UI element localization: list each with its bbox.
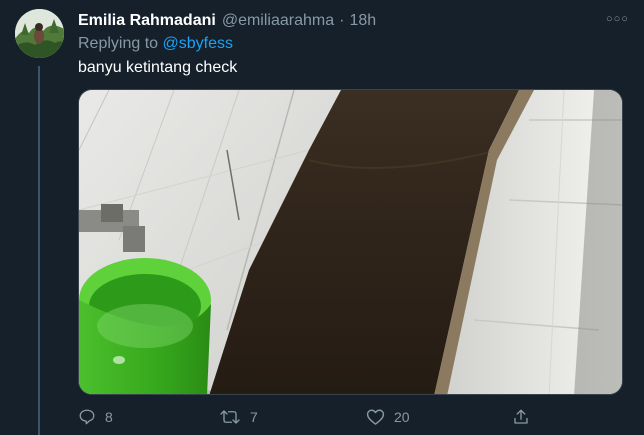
comment-icon bbox=[78, 408, 105, 426]
retweet-count: 7 bbox=[250, 409, 258, 425]
share-icon bbox=[512, 408, 539, 426]
reply-button[interactable]: 8 bbox=[78, 405, 113, 429]
replying-to: Replying to @sbyfess bbox=[78, 35, 233, 53]
separator-dot: · bbox=[339, 12, 345, 29]
tweet-media-photo[interactable] bbox=[78, 89, 623, 395]
avatar[interactable] bbox=[15, 9, 64, 58]
display-name[interactable]: Emilia Rahmadani bbox=[78, 12, 216, 30]
timestamp[interactable]: 18h bbox=[349, 12, 376, 30]
reply-count: 8 bbox=[105, 409, 113, 425]
retweet-icon bbox=[219, 408, 250, 426]
more-horizontal-icon[interactable]: ○○○ bbox=[606, 12, 628, 26]
tweet-actions: 8 7 20 bbox=[78, 405, 548, 429]
reply-mention-link[interactable]: @sbyfess bbox=[163, 35, 233, 52]
heart-icon bbox=[366, 408, 394, 426]
share-button[interactable] bbox=[512, 405, 539, 429]
thread-line bbox=[38, 66, 40, 435]
replying-to-label: Replying to bbox=[78, 35, 159, 52]
like-count: 20 bbox=[394, 409, 410, 425]
tweet[interactable]: Emilia Rahmadani @emiliaarahma · 18h ○○○… bbox=[0, 0, 644, 435]
retweet-button[interactable]: 7 bbox=[219, 405, 258, 429]
tweet-text: banyu ketintang check bbox=[78, 59, 238, 76]
tweet-header: Emilia Rahmadani @emiliaarahma · 18h ○○○ bbox=[78, 10, 628, 32]
user-handle[interactable]: @emiliaarahma bbox=[222, 12, 334, 30]
like-button[interactable]: 20 bbox=[366, 405, 410, 429]
